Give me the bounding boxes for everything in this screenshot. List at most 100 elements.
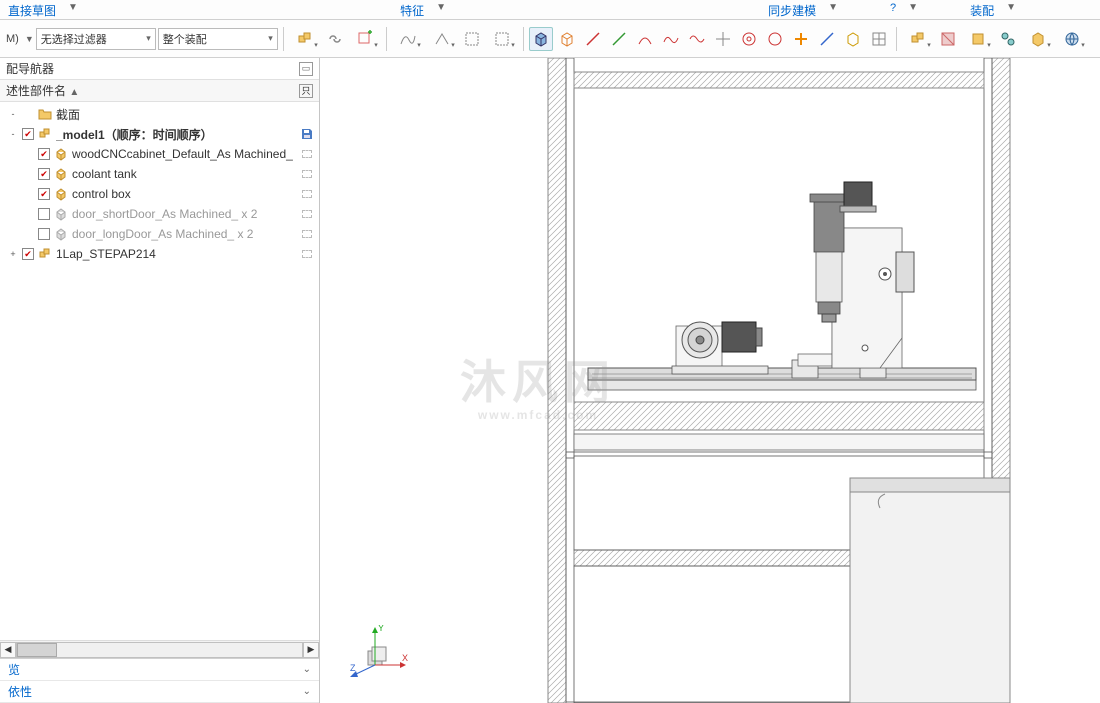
tb-icon-assembly3[interactable] <box>962 27 994 51</box>
tb-icon-link[interactable] <box>323 27 347 51</box>
asm-icon <box>38 247 52 261</box>
tree-expander[interactable]: + <box>8 249 18 259</box>
tb-icon-grid[interactable] <box>867 27 891 51</box>
ribbon-tab-unknown[interactable]: ? <box>882 0 904 16</box>
tree-row-status-icon <box>299 187 315 201</box>
tree-node-label: woodCNCcabinet_Default_As Machined_ <box>72 147 295 161</box>
tree-row-status-icon <box>299 167 315 181</box>
tb-icon-section[interactable] <box>936 27 960 51</box>
tb-icon-cube-wire[interactable] <box>555 27 579 51</box>
sort-indicator-icon: ▲ <box>69 87 79 98</box>
scroll-thumb[interactable] <box>17 643 57 657</box>
panel-minimize-icon[interactable]: ▭ <box>299 62 313 76</box>
ribbon-drop[interactable]: ▼ <box>432 0 450 15</box>
bottom-tab-dependency[interactable]: 依性⌄ <box>0 681 319 703</box>
tree-row-status-icon <box>299 227 315 241</box>
assembly-tree[interactable]: -截面-_model1（顺序：时间顺序） woodCNCcabinet_Defau… <box>0 102 319 640</box>
tree-checkbox[interactable] <box>38 228 50 240</box>
tree-row[interactable]: door_shortDoor_As Machined_ x 2 <box>0 204 319 224</box>
tree-node-label: door_longDoor_As Machined_ x 2 <box>72 227 295 241</box>
tb-icon-tools[interactable] <box>996 27 1020 51</box>
scroll-left-arrow[interactable]: ◀ <box>0 642 16 658</box>
tb-icon-circle[interactable] <box>763 27 787 51</box>
tree-checkbox[interactable] <box>38 188 50 200</box>
panel-header-label: 述性部件名 <box>6 84 66 98</box>
cube-icon <box>54 167 68 181</box>
folder-icon <box>38 107 52 121</box>
horizontal-scrollbar[interactable]: ◀ ▶ <box>0 640 319 658</box>
cube-icon <box>54 187 68 201</box>
tb-icon-curve[interactable] <box>392 27 424 51</box>
cube-grey-icon <box>54 207 68 221</box>
tb-icon-cube-shade[interactable] <box>529 27 553 51</box>
model-rendering <box>320 58 1100 703</box>
tb-icon-edge[interactable] <box>426 27 458 51</box>
tree-row-status-icon <box>299 127 315 141</box>
tb-icon-line3[interactable] <box>815 27 839 51</box>
tree-row-status-icon <box>299 107 315 121</box>
main-toolbar: M) ▼ 无选择过滤器 整个装配 <box>0 20 1100 58</box>
tb-icon-axis[interactable] <box>711 27 735 51</box>
tree-checkbox[interactable] <box>38 168 50 180</box>
assembly-combo[interactable]: 整个装配 <box>158 28 278 50</box>
tree-checkbox[interactable] <box>38 148 50 160</box>
tb-icon-box3d[interactable] <box>841 27 865 51</box>
tb-icon-assembly2[interactable] <box>902 27 934 51</box>
selection-filter-combo[interactable]: 无选择过滤器 <box>36 28 156 50</box>
panel-bottom-tabs: 览⌄ 依性⌄ <box>0 658 319 703</box>
tb-icon-more-select[interactable] <box>486 27 518 51</box>
ribbon-tab-feature[interactable]: 特征 <box>392 0 432 21</box>
tree-expander[interactable]: - <box>8 129 18 139</box>
watermark: 沐风网 www.mfcad.com <box>460 346 616 422</box>
tree-checkbox[interactable] <box>22 248 34 260</box>
tree-checkbox[interactable] <box>38 208 50 220</box>
panel-header-button[interactable]: 只 <box>299 84 313 98</box>
tree-row[interactable]: woodCNCcabinet_Default_As Machined_ <box>0 144 319 164</box>
tree-row[interactable]: -截面 <box>0 104 319 124</box>
tree-checkbox[interactable] <box>22 128 34 140</box>
tree-row[interactable]: -_model1（顺序：时间顺序） <box>0 124 319 144</box>
tb-icon-new[interactable] <box>349 27 381 51</box>
tb-icon-wave[interactable] <box>685 27 709 51</box>
triad-x-label: X <box>402 653 408 663</box>
tb-icon-rect-select[interactable] <box>460 27 484 51</box>
3d-viewport[interactable]: 沐风网 www.mfcad.com <box>320 58 1100 703</box>
tree-expander[interactable]: - <box>8 109 18 119</box>
toolbar-left-label: M) <box>2 33 23 45</box>
tb-icon-plus[interactable] <box>789 27 813 51</box>
chevron-icon: ⌄ <box>303 664 311 675</box>
tb-icon-assembly[interactable] <box>289 27 321 51</box>
tb-icon-line[interactable] <box>581 27 605 51</box>
tree-row[interactable]: control box <box>0 184 319 204</box>
tree-node-label: door_shortDoor_As Machined_ x 2 <box>72 207 295 221</box>
panel-column-header[interactable]: 述性部件名 ▲ 只 <box>0 80 319 102</box>
ribbon-drop[interactable]: ▼ <box>64 0 82 15</box>
cube-icon <box>54 147 68 161</box>
tb-icon-arc[interactable] <box>633 27 657 51</box>
ribbon-tab-sketch[interactable]: 直接草图 <box>0 0 64 21</box>
bottom-tab-label: 览 <box>8 661 20 678</box>
tree-row[interactable]: +1Lap_STEPAP214 <box>0 244 319 264</box>
tb-icon-globe[interactable] <box>1056 27 1088 51</box>
triad-z-label: Z <box>350 663 356 673</box>
watermark-sub: www.mfcad.com <box>460 408 616 422</box>
tb-icon-circle-target[interactable] <box>737 27 761 51</box>
ribbon-drop[interactable]: ▼ <box>824 0 842 15</box>
ribbon-drop[interactable]: ▼ <box>904 0 922 15</box>
tree-row[interactable]: door_longDoor_As Machined_ x 2 <box>0 224 319 244</box>
panel-title: 配导航器 <box>6 60 54 77</box>
ribbon-tab-sync[interactable]: 同步建模 <box>760 0 824 21</box>
view-triad[interactable]: Y X Z <box>348 625 408 685</box>
tree-row[interactable]: coolant tank <box>0 164 319 184</box>
ribbon-tabs: 直接草图 ▼ 特征 ▼ 同步建模 ▼ ? ▼ 装配 ▼ <box>0 0 1100 20</box>
bottom-tab-preview[interactable]: 览⌄ <box>0 659 319 681</box>
tree-node-label: coolant tank <box>72 167 295 181</box>
tb-icon-spline[interactable] <box>659 27 683 51</box>
ribbon-tab-assembly[interactable]: 装配 <box>962 0 1002 21</box>
tree-node-label: 1Lap_STEPAP214 <box>56 247 295 261</box>
ribbon-drop[interactable]: ▼ <box>1002 0 1020 15</box>
tb-icon-line2[interactable] <box>607 27 631 51</box>
tb-icon-cube2[interactable] <box>1022 27 1054 51</box>
scroll-track[interactable] <box>16 642 303 658</box>
scroll-right-arrow[interactable]: ▶ <box>303 642 319 658</box>
